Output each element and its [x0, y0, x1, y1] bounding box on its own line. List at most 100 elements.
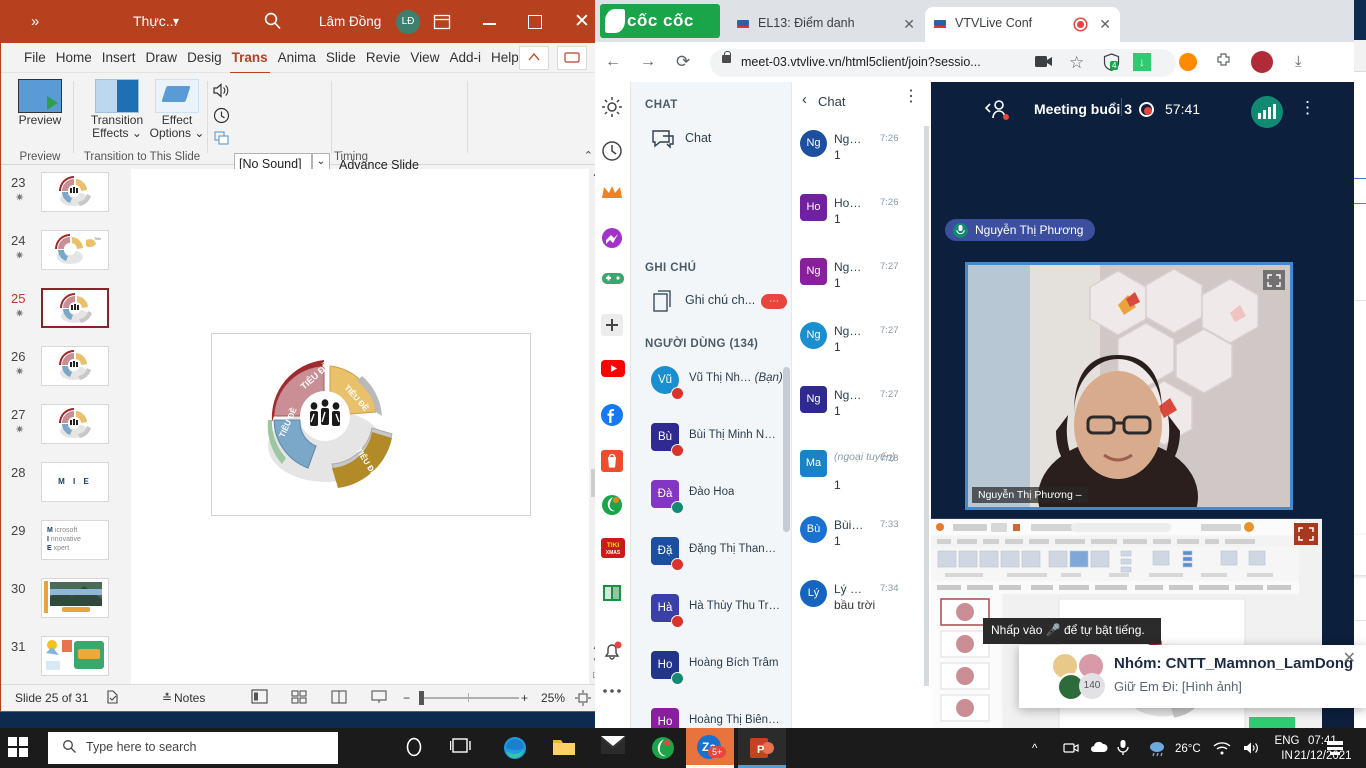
animation-star-icon[interactable]: ✷: [15, 307, 24, 320]
camera-tray-icon[interactable]: [1063, 740, 1079, 761]
tab-insert[interactable]: Insert: [97, 47, 141, 68]
animation-star-icon[interactable]: ✷: [15, 249, 24, 262]
tab-draw[interactable]: Draw: [141, 47, 183, 68]
zoom-slider-handle[interactable]: [419, 691, 424, 705]
slide-preview[interactable]: M I E: [41, 462, 109, 502]
comments-icon[interactable]: [557, 46, 587, 70]
crown-icon[interactable]: [601, 184, 625, 208]
current-slide[interactable]: TIÊU ĐỀ TIÊU ĐỀ TIÊU ĐỀ TIÊU ĐỀ: [211, 333, 531, 516]
slide-preview[interactable]: [41, 346, 109, 386]
download-arrow-icon[interactable]: ↓: [1133, 53, 1151, 71]
more-dots-icon[interactable]: [601, 682, 625, 706]
tab-transitions[interactable]: Trans: [227, 47, 273, 68]
normal-view-button[interactable]: [251, 689, 268, 708]
adblock-icon[interactable]: 4: [1103, 53, 1120, 76]
tray-expand-icon[interactable]: ^: [1032, 743, 1037, 755]
back-button[interactable]: ←: [605, 53, 621, 71]
user-list-scrollbar[interactable]: [783, 367, 790, 532]
taskbar-item-zalo[interactable]: Za 5+: [686, 728, 734, 768]
preview-button[interactable]: Preview: [9, 77, 71, 127]
slide-preview[interactable]: [41, 578, 109, 618]
browser-toolbar[interactable]: ← → ⟳ meet-03.vtvlive.vn/html5client/joi…: [595, 42, 1354, 82]
powerpoint-window[interactable]: » Thực... ▾ Lâm Đồng LĐ ✕ File Home Inse…: [0, 0, 604, 712]
windows-start-icon[interactable]: [8, 737, 30, 759]
tab-slideshow[interactable]: Slide: [321, 47, 361, 68]
slide-preview[interactable]: M icrosoftI nnovativeE xpert: [41, 520, 109, 560]
ribbon-tabs[interactable]: File Home Insert Draw Desig Trans Anima …: [1, 43, 603, 73]
taskbar-search-box[interactable]: Type here to search: [48, 732, 338, 764]
slide-thumbnail-30[interactable]: 30: [1, 575, 131, 633]
slide-thumbnail-23[interactable]: 23✷: [1, 169, 131, 227]
avatar[interactable]: LĐ: [396, 10, 420, 34]
tab-animations[interactable]: Anima: [273, 47, 321, 68]
transitions-ribbon[interactable]: Preview Transition Effects ⌄ Effect Opti…: [1, 73, 603, 165]
slide-preview[interactable]: [41, 172, 109, 212]
taskbar-item-powerpoint[interactable]: P: [738, 728, 786, 768]
zoom-slider-track[interactable]: [419, 697, 519, 699]
forward-button[interactable]: →: [640, 53, 656, 71]
cortana-icon[interactable]: [403, 736, 427, 760]
slide-thumbnail-31[interactable]: 31: [1, 633, 131, 684]
connection-bars-icon[interactable]: [1251, 96, 1283, 128]
participants-icon[interactable]: [983, 98, 1013, 127]
screenshare-fullscreen-icon[interactable]: [1294, 523, 1318, 545]
browser-tab-1[interactable]: VTVLive Conf ✕: [925, 7, 1120, 42]
chat-menu-icon[interactable]: ⋮: [903, 89, 919, 105]
wifi-icon[interactable]: [1213, 741, 1231, 760]
tab-addins[interactable]: Add-i: [444, 47, 486, 68]
plus-icon[interactable]: [601, 314, 625, 338]
action-center-icon[interactable]: [1326, 739, 1344, 762]
animation-star-icon[interactable]: ✷: [15, 423, 24, 436]
apply-to-all-icon[interactable]: [214, 131, 230, 152]
weather-icon[interactable]: [1148, 738, 1168, 763]
bell-icon[interactable]: [601, 640, 625, 664]
extensions-icon[interactable]: [1215, 53, 1232, 75]
smartart-wheel-diagram[interactable]: TIÊU ĐỀ TIÊU ĐỀ TIÊU ĐỀ TIÊU ĐỀ: [252, 354, 397, 494]
toast-close-icon[interactable]: ✕: [1343, 648, 1356, 668]
reload-button[interactable]: ⟳: [676, 52, 690, 72]
meeting-left-nav[interactable]: CHAT Chat GHI CHÚ Ghi chú ch... ⋯ NGƯỜI …: [631, 82, 791, 768]
sound-icon[interactable]: [213, 83, 230, 103]
profile-avatar[interactable]: [1251, 51, 1273, 73]
fullscreen-icon[interactable]: [1263, 270, 1285, 290]
powerpoint-status-bar[interactable]: Slide 25 of 31 ≛ Notes −: [1, 684, 603, 711]
zalo-notification-toast[interactable]: 140 Nhóm: CNTT_Mamnon_LamDong Giữ Em Đi:…: [1019, 645, 1366, 708]
zoom-out-button[interactable]: −: [403, 691, 410, 705]
tab-review[interactable]: Revie: [361, 47, 406, 68]
mail-icon[interactable]: [601, 736, 625, 760]
fit-to-window-icon[interactable]: [575, 690, 591, 709]
camera-icon[interactable]: [1035, 55, 1053, 73]
slide-editing-area[interactable]: TIÊU ĐỀ TIÊU ĐỀ TIÊU ĐỀ TIÊU ĐỀ: [132, 169, 589, 684]
tiki-icon[interactable]: TIKIXMAS: [601, 538, 625, 562]
notes-button[interactable]: ≛ Notes: [174, 691, 205, 705]
slide-thumbnail-26[interactable]: 26✷: [1, 343, 131, 401]
slide-sorter-button[interactable]: [291, 689, 307, 708]
downloads-icon[interactable]: ⤓: [1295, 53, 1302, 70]
browser-tab-strip[interactable]: cốc cốc EL13: Điểm danh ✕ VTVLive Conf ✕…: [595, 0, 1354, 42]
slide-thumbnail-29[interactable]: 29M icrosoftI nnovativeE xpert: [1, 517, 131, 575]
nav-item-notes[interactable]: Ghi chú ch... ⋯: [641, 284, 791, 320]
facebook-icon[interactable]: [601, 404, 625, 428]
account-name[interactable]: Lâm Đồng: [319, 14, 381, 29]
animation-star-icon[interactable]: ✷: [15, 365, 24, 378]
mic-tray-icon[interactable]: [1117, 739, 1129, 761]
maximize-button[interactable]: [528, 15, 542, 29]
user-list-item[interactable]: BùBùi Thị Minh N…: [641, 417, 791, 474]
task-view-icon[interactable]: [450, 736, 474, 760]
weather-temperature[interactable]: 26°C: [1175, 743, 1201, 755]
tab-file[interactable]: File: [19, 47, 51, 68]
user-list-item[interactable]: ĐặĐặng Thị Than…: [641, 531, 791, 588]
slide-thumbnail-24[interactable]: 24✷Title: [1, 227, 131, 285]
search-icon[interactable]: [263, 11, 283, 36]
close-button[interactable]: ✕: [574, 12, 590, 32]
collapse-ribbon-icon[interactable]: ⌃: [584, 149, 593, 162]
record-icon[interactable]: [1139, 102, 1154, 117]
tab-close-icon[interactable]: ✕: [903, 16, 915, 33]
user-list-item[interactable]: ĐàĐào Hoa: [641, 474, 791, 531]
powerpoint-title-bar[interactable]: » Thực... ▾ Lâm Đồng LĐ ✕: [1, 1, 603, 43]
nav-item-chat[interactable]: Chat: [641, 122, 781, 158]
tab-close-icon[interactable]: ✕: [1099, 16, 1111, 33]
tab-design[interactable]: Desig: [182, 47, 227, 68]
conference-menu-icon[interactable]: ⋮: [1299, 99, 1316, 116]
gear-icon[interactable]: [601, 96, 625, 120]
